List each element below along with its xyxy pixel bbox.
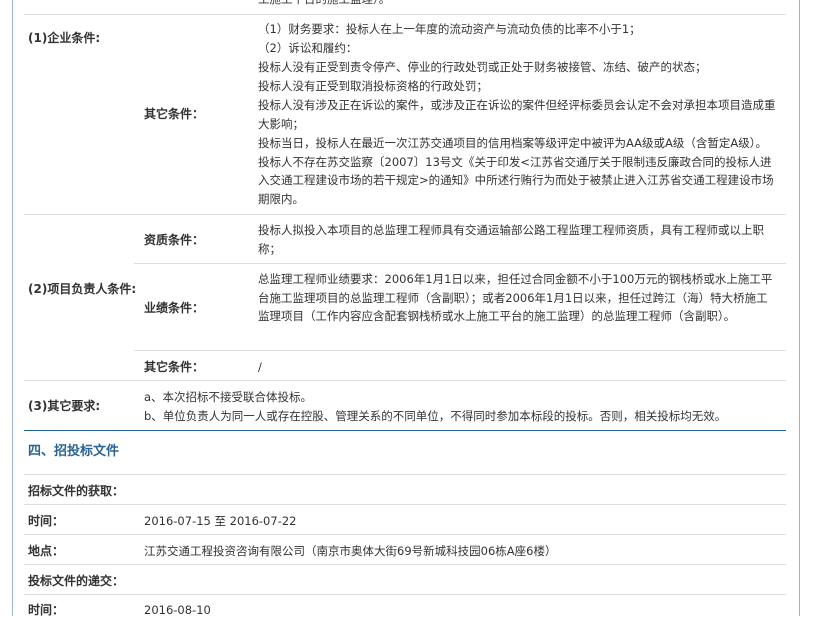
obtain-time-value: 2016-07-15 至 2016-07-22 — [144, 514, 297, 528]
row-divider — [24, 14, 786, 15]
row-divider — [24, 380, 786, 381]
row-divider — [24, 504, 786, 505]
submit-documents-label: 投标文件的递交： — [28, 574, 125, 588]
performance-text: 总监理工程师业绩要求：2006年1月1日以来，担任过合同金额不小于100万元的钢… — [258, 272, 773, 323]
enterprise-other-line: 投标人没有正受到责令停产、停业的行政处罚或正处于财务被接管、冻结、破产的状态； — [258, 60, 707, 74]
row-divider — [24, 474, 786, 475]
submit-time-label: 时间： — [28, 603, 65, 617]
enterprise-other-line: （1）财务要求：投标人在上一年度的流动资产与流动负债的比率不小于1； — [258, 22, 641, 36]
row-divider — [24, 534, 786, 535]
row-divider — [134, 350, 786, 351]
top-fragment-text: 工施工平台的施工监理）。 — [258, 0, 390, 9]
performance-label: 业绩条件： — [144, 301, 205, 315]
row-divider — [24, 214, 786, 215]
section-heading: 四、招投标文件 — [28, 444, 120, 459]
other-requirement-a: a、本次招标不接受联合体投标。 — [144, 390, 313, 404]
qualification-text: 投标人拟投入本项目的总监理工程师具有交通运输部公路工程监理工程师资质，具有工程师… — [258, 223, 764, 256]
section-divider — [24, 430, 786, 431]
project-lead-other-text: / — [258, 360, 262, 374]
submit-time-value: 2016-08-10 — [144, 603, 211, 617]
enterprise-other-line: （2）诉讼和履约： — [258, 41, 358, 55]
frame-left-border — [12, 0, 13, 616]
obtain-documents-label: 招标文件的获取： — [28, 484, 125, 498]
obtain-place-label: 地点： — [28, 544, 65, 558]
other-requirement-b: b、单位负责人为同一人或存在控股、管理关系的不同单位，不得同时参加本标段的投标。… — [144, 409, 727, 423]
row-divider — [24, 594, 786, 595]
enterprise-conditions-label: (1)企业条件: — [28, 31, 101, 45]
qualification-label: 资质条件： — [144, 233, 205, 247]
other-requirements-label: (3)其它要求: — [28, 399, 101, 413]
row-divider — [24, 564, 786, 565]
enterprise-other-label: 其它条件： — [144, 107, 205, 121]
frame-right-border — [799, 0, 800, 616]
enterprise-other-line: 投标当日，投标人在最近一次江苏交通项目的信用档案等级评定中被评为AA级或A级（含… — [258, 136, 774, 206]
enterprise-other-line: 投标人没有涉及正在诉讼的案件，或涉及正在诉讼的案件但经评标委员会认定不会对承担本… — [258, 98, 776, 131]
row-divider — [134, 263, 786, 264]
enterprise-other-line: 投标人没有正受到取消投标资格的行政处罚； — [258, 79, 488, 93]
project-lead-other-label: 其它条件： — [144, 360, 205, 374]
project-lead-conditions-label: (2)项目负责人条件: — [28, 282, 137, 296]
obtain-place-value: 江苏交通工程投资咨询有限公司（南京市奥体大街69号新城科技园06栋A座6楼） — [144, 544, 557, 558]
obtain-time-label: 时间： — [28, 514, 65, 528]
tender-conditions-table: 工施工平台的施工监理）。 (1)企业条件: 其它条件： （1）财务要求：投标人在… — [24, 0, 786, 617]
